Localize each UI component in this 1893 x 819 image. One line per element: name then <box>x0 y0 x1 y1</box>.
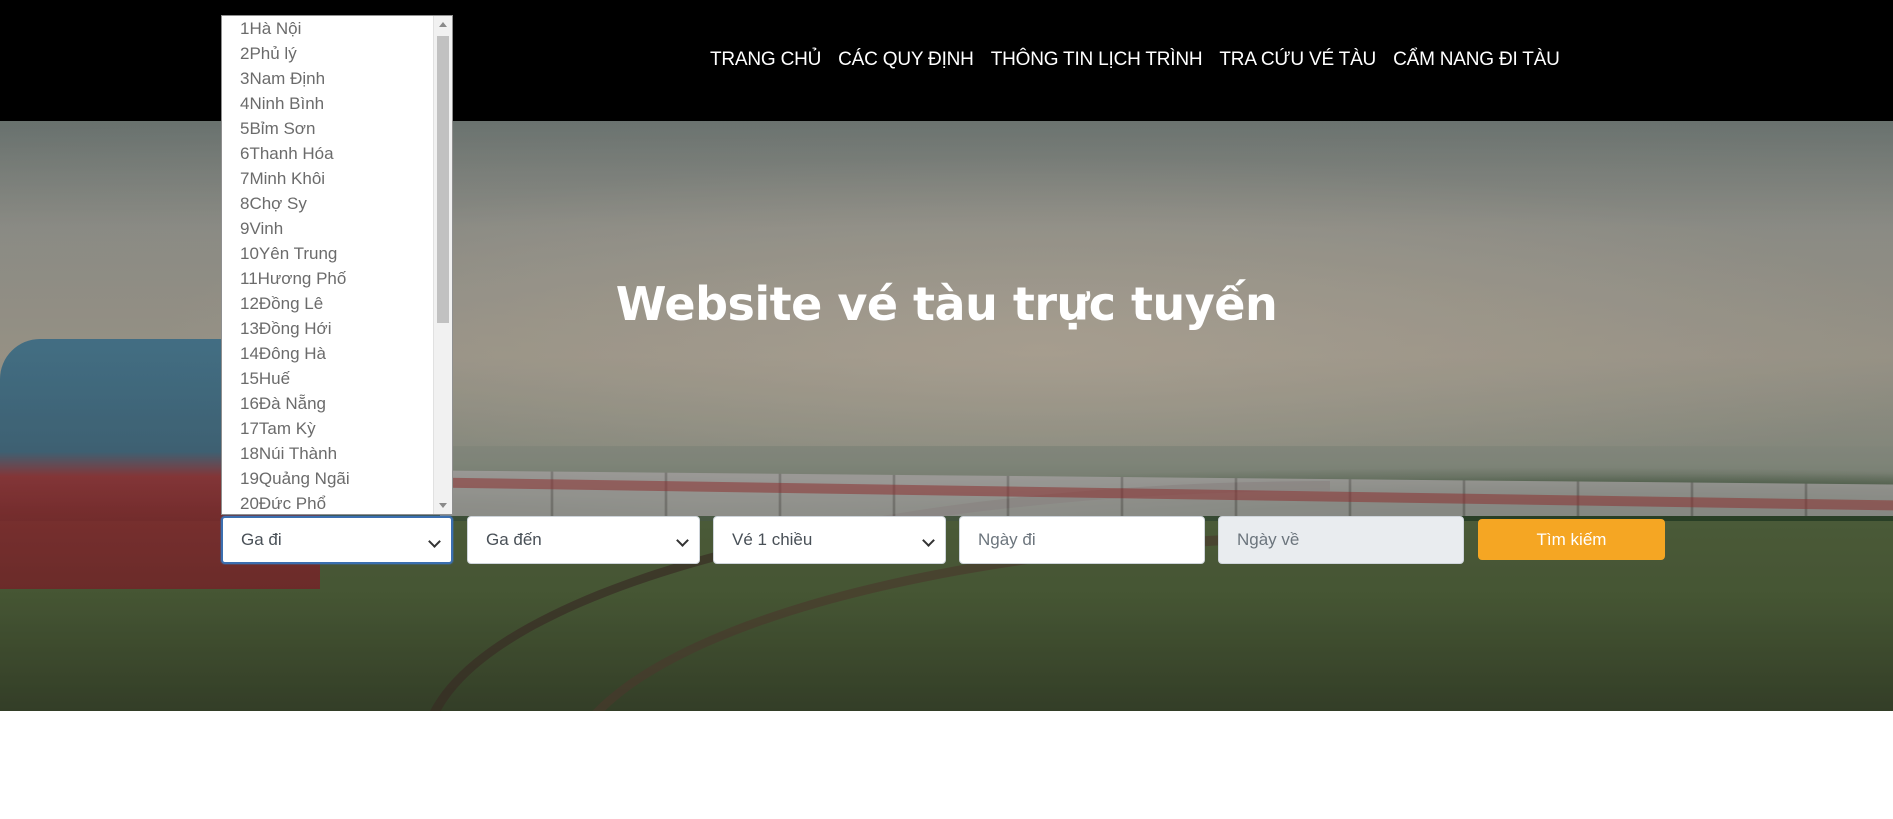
dropdown-scrollbar[interactable] <box>433 16 452 514</box>
station-option[interactable]: 4Ninh Bình <box>222 91 452 116</box>
station-option[interactable]: 10Yên Trung <box>222 241 452 266</box>
nav-ticket-lookup[interactable]: TRA CỨU VÉ TÀU <box>1219 49 1376 71</box>
nav-regulations[interactable]: CÁC QUY ĐỊNH <box>838 49 974 71</box>
arrival-station-value: Ga đến <box>486 530 542 549</box>
station-option[interactable]: 14Đông Hà <box>222 341 452 366</box>
depart-date-placeholder: Ngày đi <box>978 530 1036 549</box>
station-option[interactable]: 1Hà Nội <box>222 16 452 41</box>
station-option[interactable]: 17Tam Kỳ <box>222 416 452 441</box>
station-option[interactable]: 9Vinh <box>222 216 452 241</box>
station-option[interactable]: 19Quảng Ngãi <box>222 466 452 491</box>
trip-type-value: Vé 1 chiều <box>732 530 813 549</box>
station-option[interactable]: 15Huế <box>222 366 452 391</box>
arrival-station-select[interactable]: Ga đến <box>467 516 700 564</box>
depart-date-input[interactable]: Ngày đi <box>959 516 1205 564</box>
departure-station-dropdown: 1Hà Nội 2Phủ lý 3Nam Định 4Ninh Bình 5Bỉ… <box>221 15 453 515</box>
station-option[interactable]: 11Hương Phố <box>222 266 452 291</box>
station-option[interactable]: 8Chợ Sy <box>222 191 452 216</box>
trip-type-select[interactable]: Vé 1 chiều <box>713 516 946 564</box>
station-option[interactable]: 20Đức Phổ <box>222 491 452 514</box>
return-date-placeholder: Ngày về <box>1237 530 1300 549</box>
nav-travel-guide[interactable]: CẨM NANG ĐI TÀU <box>1393 49 1560 71</box>
departure-station-value: Ga đi <box>241 530 282 549</box>
station-option-list: 1Hà Nội 2Phủ lý 3Nam Định 4Ninh Bình 5Bỉ… <box>222 16 452 514</box>
nav-home[interactable]: TRANG CHỦ <box>710 49 821 71</box>
station-option[interactable]: 13Đồng Hới <box>222 316 452 341</box>
station-option[interactable]: 12Đồng Lê <box>222 291 452 316</box>
scrollbar-thumb[interactable] <box>437 36 449 323</box>
scroll-down-arrow-icon[interactable] <box>439 503 447 508</box>
return-date-input[interactable]: Ngày về <box>1218 516 1464 564</box>
station-option[interactable]: 7Minh Khôi <box>222 166 452 191</box>
station-option[interactable]: 5Bỉm Sơn <box>222 116 452 141</box>
station-option[interactable]: 2Phủ lý <box>222 41 452 66</box>
scroll-up-arrow-icon[interactable] <box>439 22 447 27</box>
station-option[interactable]: 16Đà Nẵng <box>222 391 452 416</box>
nav-schedule-info[interactable]: THÔNG TIN LỊCH TRÌNH <box>991 49 1203 71</box>
station-option[interactable]: 3Nam Định <box>222 66 452 91</box>
station-option[interactable]: 6Thanh Hóa <box>222 141 452 166</box>
search-button[interactable]: Tìm kiếm <box>1478 519 1665 560</box>
departure-station-select[interactable]: Ga đi <box>221 516 453 564</box>
station-option[interactable]: 18Núi Thành <box>222 441 452 466</box>
